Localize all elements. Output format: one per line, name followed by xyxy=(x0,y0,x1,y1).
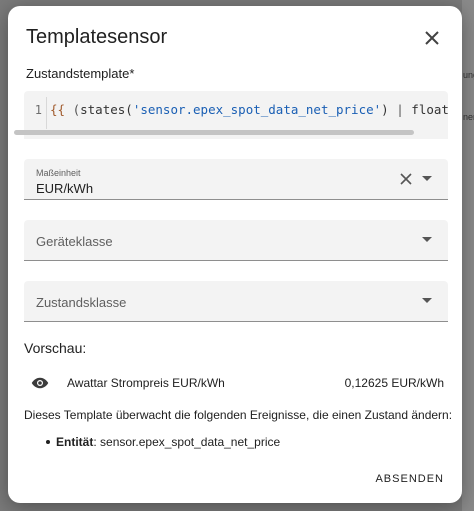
background-text-fragment: ner xyxy=(463,112,474,122)
close-icon[interactable] xyxy=(420,26,444,50)
chevron-down-icon[interactable] xyxy=(422,176,432,181)
gutter-divider xyxy=(46,97,47,129)
code-token: {{ xyxy=(50,102,66,117)
tracked-entity-item: Entität: sensor.epex_spot_data_net_price xyxy=(56,435,280,449)
line-number: 1 xyxy=(34,103,42,117)
template-label: Zustandstemplate* xyxy=(26,66,135,81)
code-token: float xyxy=(411,102,448,117)
code-token: ( xyxy=(72,102,81,117)
background-text-fragment: ung xyxy=(463,70,474,80)
preview-entity-state: 0,12625 EUR/kWh xyxy=(344,376,444,390)
chevron-down-icon[interactable] xyxy=(422,298,432,303)
editor-horizontal-scrollbar[interactable] xyxy=(14,130,414,135)
submit-button[interactable]: ABSENDEN xyxy=(375,473,444,485)
unit-field-label: Maßeinheit xyxy=(36,168,81,178)
device-class-select[interactable]: Geräteklasse xyxy=(24,220,448,261)
template-sensor-dialog: Templatesensor Zustandstemplate* 1 {{ (s… xyxy=(8,6,462,503)
unit-field[interactable]: Maßeinheit EUR/kWh xyxy=(24,159,448,200)
code-line: {{ (states('sensor.epex_spot_data_net_pr… xyxy=(50,91,448,129)
chevron-down-icon[interactable] xyxy=(422,237,432,242)
unit-field-value: EUR/kWh xyxy=(36,181,94,196)
preview-description: Dieses Template überwacht die folgenden … xyxy=(24,408,453,422)
clear-icon[interactable] xyxy=(400,173,412,185)
state-class-placeholder: Zustandsklasse xyxy=(36,295,127,310)
device-class-placeholder: Geräteklasse xyxy=(36,234,113,249)
list-bullet xyxy=(46,440,50,444)
preview-heading: Vorschau: xyxy=(24,340,87,356)
entity-id: sensor.epex_spot_data_net_price xyxy=(100,435,281,449)
state-class-select[interactable]: Zustandsklasse xyxy=(24,281,448,322)
code-token: | xyxy=(396,102,404,117)
code-token: ) xyxy=(381,102,389,117)
code-token: 'sensor.epex_spot_data_net_price' xyxy=(132,102,382,117)
code-token: states( xyxy=(80,102,133,117)
entity-prefix: Entität xyxy=(56,435,94,449)
eye-icon xyxy=(31,377,49,389)
preview-entity-name: Awattar Strompreis EUR/kWh xyxy=(67,376,225,390)
entity-separator: : xyxy=(93,435,97,449)
dialog-title: Templatesensor xyxy=(26,26,168,48)
